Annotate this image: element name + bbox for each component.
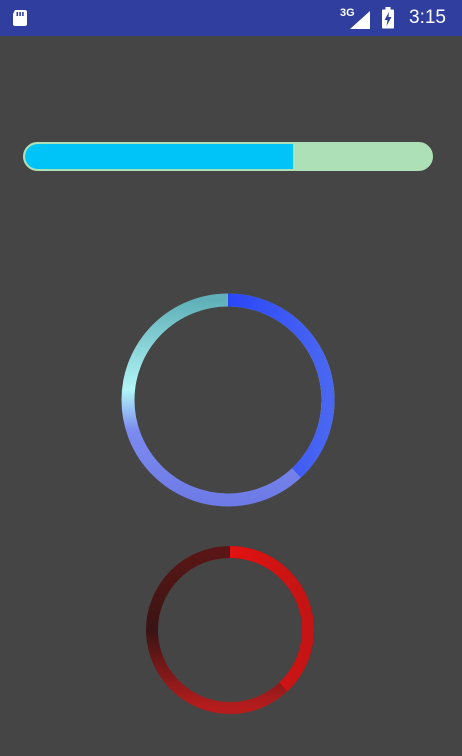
horizontal-progress-bar: [23, 142, 433, 171]
status-bar: 3G 3:15: [0, 0, 462, 36]
sd-card-icon: [13, 10, 27, 26]
battery-charging-icon: [382, 7, 394, 29]
status-clock: 3:15: [409, 7, 446, 28]
signal-icon: [350, 11, 370, 29]
circular-progress-red: [146, 546, 314, 714]
cellular-status: 3G: [340, 6, 374, 30]
circular-progress-blue: [121, 293, 335, 507]
app-screen: 3G 3:15: [0, 0, 462, 756]
horizontal-progress-fill: [25, 144, 293, 169]
